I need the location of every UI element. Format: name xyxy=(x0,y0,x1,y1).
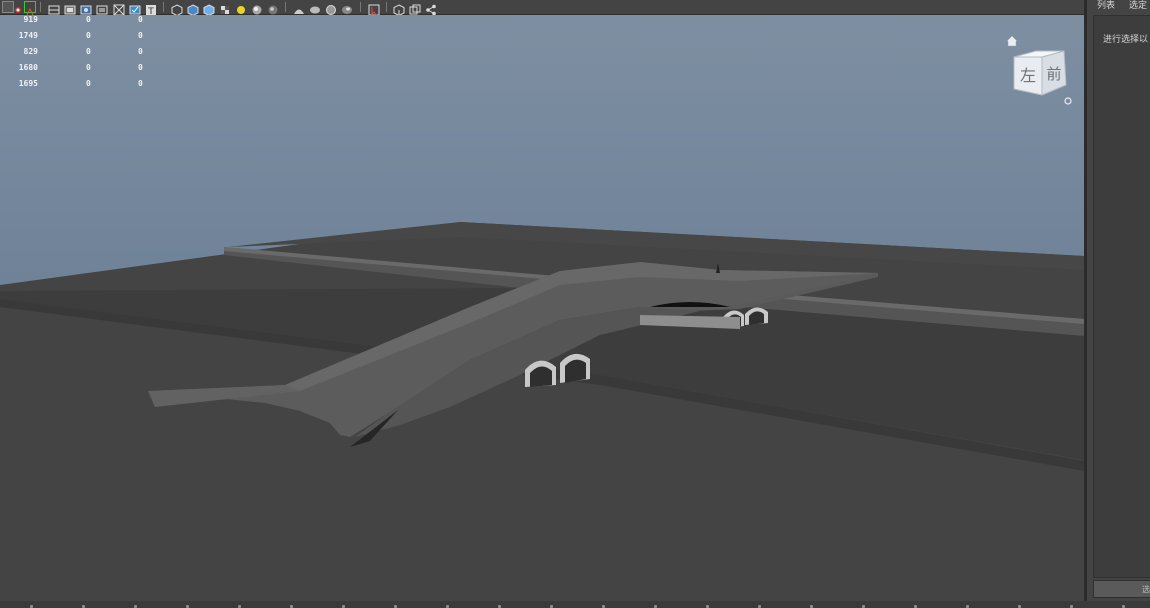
field-chart-icon[interactable] xyxy=(129,1,141,15)
viewcube[interactable]: 左 前 xyxy=(1006,33,1072,109)
hud-value: 0 xyxy=(138,79,143,88)
viewport-toolbar: T xyxy=(0,0,1084,17)
texture-icon[interactable]: T xyxy=(145,1,157,17)
viewcube-left-face[interactable]: 左 xyxy=(1020,66,1036,85)
antialias-icon[interactable] xyxy=(325,1,337,15)
cube-textured-icon[interactable] xyxy=(203,1,215,17)
checker-icon[interactable] xyxy=(219,1,231,14)
wireframe-icon[interactable] xyxy=(48,1,60,15)
cube-wire-icon[interactable] xyxy=(171,1,183,17)
hud-value: 0 xyxy=(138,31,143,40)
selection-hint: 进行选择以 xyxy=(1103,35,1149,45)
safe-title-icon[interactable] xyxy=(113,1,125,16)
film-gate-icon[interactable] xyxy=(64,1,76,15)
snap-toggle-icon[interactable] xyxy=(24,1,36,16)
viewcube-menu-icon[interactable] xyxy=(1064,97,1072,105)
right-panel: 列表 选定 进行选择以 选 xyxy=(1086,0,1150,601)
bridge-arch-pillar-2-hole xyxy=(565,359,586,383)
hud-value: 0 xyxy=(86,79,91,88)
cube-shaded-icon[interactable] xyxy=(187,1,199,17)
xray-icon[interactable] xyxy=(393,1,405,17)
hud-value: 0 xyxy=(138,47,143,56)
resolution-gate-icon[interactable] xyxy=(96,1,108,15)
toolbar-separator xyxy=(285,2,286,12)
viewcube-front-face[interactable]: 前 xyxy=(1046,65,1061,83)
hud-value: 829 xyxy=(23,47,38,56)
select-button[interactable]: 选 xyxy=(1093,580,1150,598)
ambient-occlusion-icon[interactable] xyxy=(293,1,305,14)
tab-selected[interactable]: 选定 xyxy=(1129,0,1147,13)
shadow-sphere-icon[interactable] xyxy=(251,1,263,15)
hud-value: 1749 xyxy=(18,31,38,40)
hud-value: 1695 xyxy=(18,79,38,88)
hud-value: 0 xyxy=(138,63,143,72)
3d-viewport[interactable]: 9190017490082900168000169500 左 前 89750 xyxy=(0,15,1084,601)
hud-value: 0 xyxy=(86,31,91,40)
hud-value: 0 xyxy=(86,63,91,72)
paint-tool-icon[interactable] xyxy=(12,1,24,13)
tab-list[interactable]: 列表 xyxy=(1097,0,1115,13)
hud-value: 0 xyxy=(138,15,143,24)
toolbar-separator xyxy=(163,2,164,12)
hud-value: 919 xyxy=(23,15,38,24)
motion-blur-icon[interactable] xyxy=(309,1,321,14)
camera-icon[interactable] xyxy=(80,1,92,15)
toolbar-separator xyxy=(386,2,387,12)
xray-components-icon[interactable] xyxy=(425,1,437,16)
toolbar-separator xyxy=(360,2,361,12)
shaded-sphere-icon[interactable] xyxy=(267,1,279,15)
xray-joints-icon[interactable] xyxy=(409,1,421,15)
scene-geometry[interactable] xyxy=(0,15,1084,601)
panel-tab-bar: 列表 选定 xyxy=(1087,0,1150,14)
isolate-select-icon[interactable] xyxy=(368,1,380,16)
hud-value: 1680 xyxy=(18,63,38,72)
shelf-strip xyxy=(0,601,1150,608)
toolbar-separator xyxy=(40,2,41,12)
light-icon[interactable] xyxy=(235,1,247,14)
depth-icon[interactable] xyxy=(341,1,353,14)
hud-value: 0 xyxy=(86,15,91,24)
panel-content-area xyxy=(1093,15,1150,578)
hud-value: 0 xyxy=(86,47,91,56)
home-icon[interactable] xyxy=(1006,35,1018,47)
